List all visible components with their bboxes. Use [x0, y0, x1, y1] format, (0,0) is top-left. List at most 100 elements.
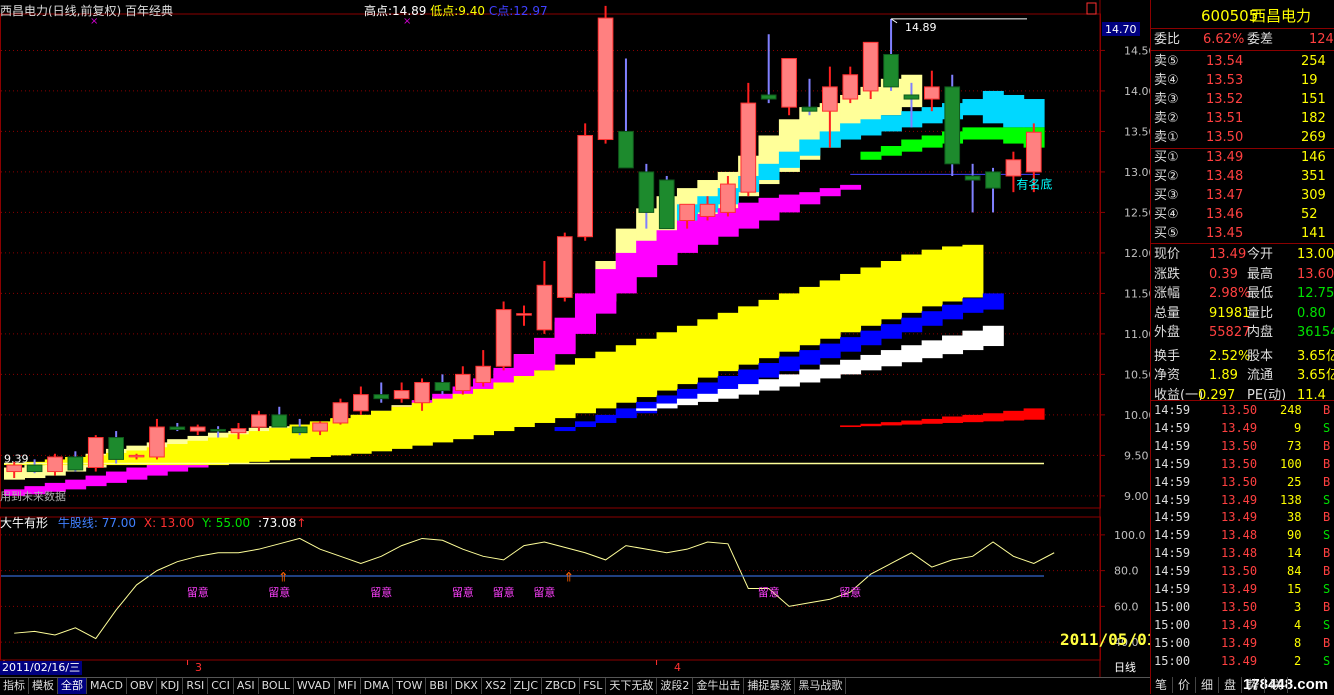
- tab-3[interactable]: MACD: [87, 678, 127, 694]
- candle-body: [516, 313, 532, 316]
- band-block: [819, 280, 841, 339]
- right-tab-4[interactable]: 势: [1242, 677, 1266, 693]
- tick-row: 14:59 13.50 100 B: [1151, 455, 1334, 473]
- band-block: [574, 358, 596, 414]
- ask-row[interactable]: 卖⑤ 13.54 254: [1151, 52, 1334, 72]
- tab-24[interactable]: 黑马战歌: [795, 678, 847, 694]
- band-block: [799, 286, 821, 346]
- period-label[interactable]: 日线: [1114, 661, 1136, 675]
- quote-row: 外盘 55827内盘 36154: [1151, 323, 1334, 343]
- candle: [740, 82, 757, 197]
- tick-volume: 8: [1294, 635, 1302, 650]
- band-block: [167, 444, 189, 466]
- band-block: [615, 345, 637, 403]
- tab-18[interactable]: ZBCD: [542, 678, 581, 694]
- right-tab-2[interactable]: 细: [1196, 677, 1220, 693]
- quote-label: 现价: [1154, 247, 1181, 262]
- quote-label-2: 内盘: [1247, 325, 1274, 340]
- tab-4[interactable]: OBV: [127, 678, 158, 694]
- tab-7[interactable]: CCI: [208, 678, 234, 694]
- candle-body: [353, 394, 369, 412]
- quote-row: 涨跌 0.39 最高 13.60: [1151, 265, 1334, 285]
- band-block: [717, 312, 739, 372]
- candle-body: [760, 94, 777, 100]
- bid-label: 买④: [1154, 207, 1179, 222]
- tab-20[interactable]: 天下无敌: [606, 678, 658, 694]
- tick-price: 13.50: [1221, 438, 1258, 453]
- band-block: [636, 408, 658, 411]
- tab-23[interactable]: 捕捉暴涨: [744, 678, 796, 694]
- tick-volume: 100: [1280, 456, 1302, 471]
- indicator-line4: :73.08: [257, 516, 297, 530]
- tick-price: 13.50: [1221, 403, 1258, 417]
- band-block: [269, 427, 291, 461]
- bid-label: 买⑤: [1154, 226, 1179, 241]
- c-label: C点:: [488, 4, 514, 18]
- band-block: [595, 414, 617, 423]
- ask-row[interactable]: 卖② 13.51 182: [1151, 109, 1334, 129]
- candle-body: [312, 422, 328, 432]
- tab-21[interactable]: 波段2: [657, 678, 694, 694]
- quote-label: 涨幅: [1154, 286, 1181, 301]
- tab-1[interactable]: 模板: [29, 678, 58, 694]
- quote-value: 2.52%: [1209, 348, 1251, 364]
- tab-8[interactable]: ASI: [234, 678, 259, 694]
- cursor-date: 2011/02/16/三: [0, 661, 83, 675]
- band-block: [350, 414, 372, 454]
- tab-19[interactable]: FSL: [580, 678, 607, 694]
- candle-body: [577, 134, 594, 238]
- tab-10[interactable]: WVAD: [294, 678, 335, 694]
- y-tick-label: 14.00: [1124, 85, 1150, 98]
- chart-canvas[interactable]: 9.00 9.50 10.00 10.50 11.00 11.50 12.00 12.50 13…: [0, 0, 1150, 677]
- candle: [475, 350, 492, 387]
- tab-2[interactable]: 全部: [58, 678, 87, 694]
- quote-value-2: 12.75: [1297, 286, 1334, 301]
- bid-row[interactable]: 买① 13.49 146: [1151, 148, 1334, 168]
- band-block: [697, 393, 719, 402]
- tab-13[interactable]: TOW: [393, 678, 427, 694]
- ask-row[interactable]: 卖③ 13.52 151: [1151, 90, 1334, 110]
- tab-0[interactable]: 指标: [0, 678, 29, 694]
- indicator-tab-bar: 指标 模板 全部 MACD OBV KDJ RSI CCI ASI BOLL WVAD MFI DMA T…: [0, 677, 1150, 695]
- y-tick-label: 12.00: [1124, 247, 1150, 260]
- tab-5[interactable]: KDJ: [157, 678, 184, 694]
- band-block: [534, 370, 556, 423]
- signal-arrow-icon: ⇑: [563, 570, 574, 585]
- right-tab-3[interactable]: 盘: [1219, 677, 1243, 693]
- right-tab-1[interactable]: 价: [1173, 677, 1197, 693]
- candle: [271, 406, 288, 428]
- tab-6[interactable]: RSI: [183, 678, 209, 694]
- attention-marker: 留意: [758, 585, 780, 599]
- bid-row[interactable]: 买③ 13.47 309: [1151, 186, 1334, 206]
- band-block: [717, 375, 739, 391]
- tab-9[interactable]: BOLL: [259, 678, 294, 694]
- bid-row[interactable]: 买② 13.48 351: [1151, 167, 1334, 187]
- tab-12[interactable]: DMA: [361, 678, 394, 694]
- ask-row[interactable]: 卖① 13.50 269: [1151, 128, 1334, 148]
- band-block: [840, 123, 862, 140]
- candle-body: [495, 309, 512, 367]
- band-block: [758, 197, 780, 221]
- tick-volume: 25: [1287, 474, 1302, 489]
- right-tab-0[interactable]: 笔: [1150, 677, 1174, 693]
- tick-time: 14:59: [1154, 582, 1191, 596]
- candle: [883, 18, 899, 91]
- tab-14[interactable]: BBI: [426, 678, 452, 694]
- quote-label-2: 流通: [1247, 368, 1274, 383]
- bid-row[interactable]: 买④ 13.46 52: [1151, 205, 1334, 225]
- tick-time: 14:59: [1154, 492, 1191, 507]
- candle-body: [842, 74, 859, 100]
- candle-body: [26, 464, 43, 473]
- tab-16[interactable]: XS2: [482, 678, 511, 694]
- ask-row[interactable]: 卖④ 13.53 19: [1151, 71, 1334, 91]
- bid-row[interactable]: 买⑤ 13.45 141: [1151, 224, 1334, 244]
- candle-body: [210, 428, 226, 432]
- tab-11[interactable]: MFI: [335, 678, 361, 694]
- indicator-name: 大牛有形: [0, 516, 49, 530]
- tab-15[interactable]: DKX: [452, 678, 482, 694]
- tab-22[interactable]: 金牛出击: [693, 678, 745, 694]
- candle-body: [781, 58, 797, 108]
- right-tab-5[interactable]: 联: [1265, 677, 1289, 693]
- tab-17[interactable]: ZLJC: [511, 678, 543, 694]
- band-block: [942, 335, 964, 355]
